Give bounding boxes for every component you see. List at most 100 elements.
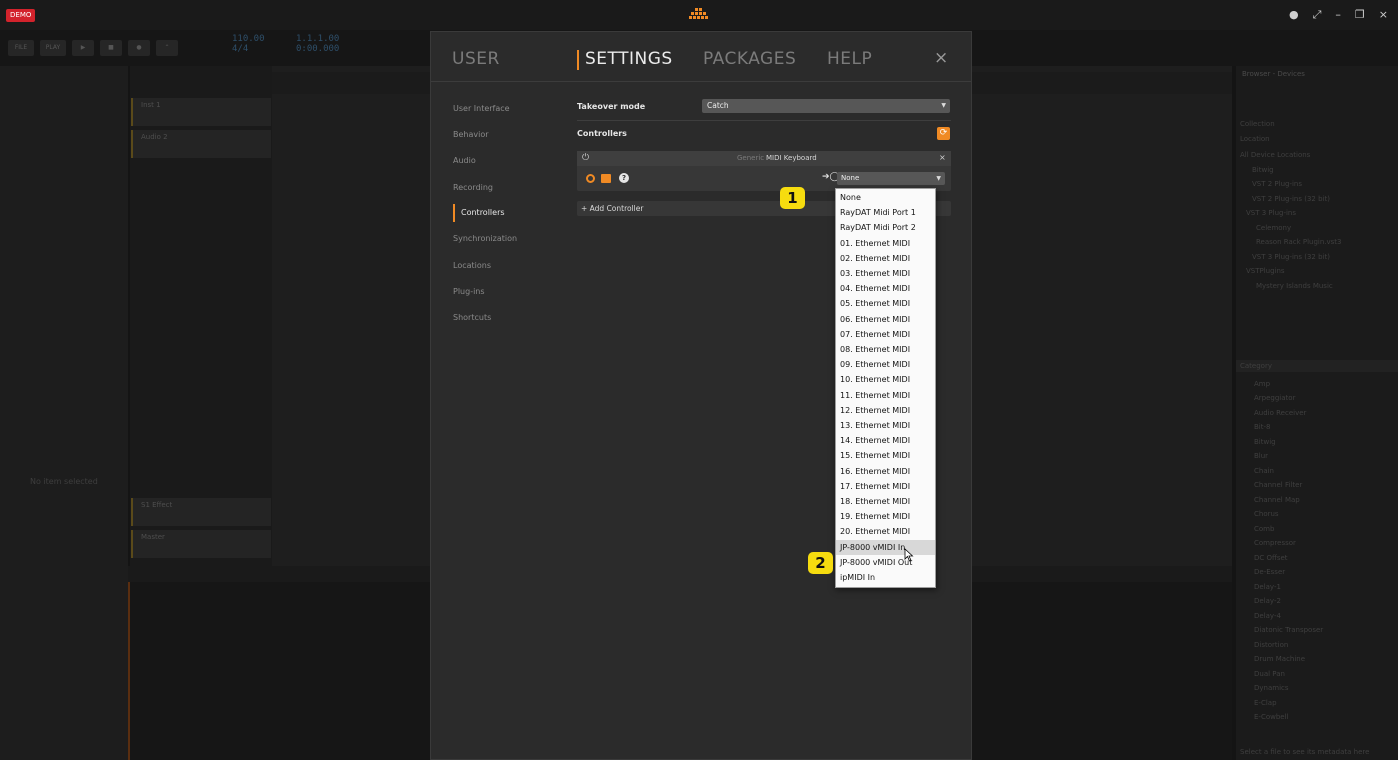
browser-location[interactable]: VST 2 Plug-ins (32 bit) [1252,195,1330,203]
dropdown-option[interactable]: 03. Ethernet MIDI [836,266,935,281]
track-row[interactable]: Master [131,530,271,558]
maximize-icon[interactable]: ❐ [1355,8,1365,22]
dropdown-option[interactable]: 18. Ethernet MIDI [836,494,935,509]
category-item[interactable]: Delay-4 [1254,612,1281,620]
browser-location[interactable]: Mystery Islands Music [1256,282,1333,290]
nav-item-locations[interactable]: Locations [453,257,563,275]
track-row[interactable]: Inst 1 [131,98,271,126]
tab-help[interactable]: HELP [827,49,872,69]
category-item[interactable]: Delay-2 [1254,597,1281,605]
nav-item-shortcuts[interactable]: Shortcuts [453,309,563,327]
help-icon[interactable]: ? [619,173,629,183]
dropdown-option[interactable]: 17. Ethernet MIDI [836,479,935,494]
category-item[interactable]: E-Clap [1254,699,1277,707]
comment-icon[interactable] [601,174,611,183]
dropdown-option[interactable]: 11. Ethernet MIDI [836,388,935,403]
dropdown-option-hovered[interactable]: JP-8000 vMIDI In [836,540,935,555]
category-item[interactable]: Diatonic Transposer [1254,626,1323,634]
browser-section[interactable]: Collection [1240,120,1275,128]
dropdown-option[interactable]: RayDAT Midi Port 2 [836,220,935,235]
dropdown-option[interactable]: 20. Ethernet MIDI [836,524,935,539]
dropdown-option[interactable]: 01. Ethernet MIDI [836,236,935,251]
category-item[interactable]: Compressor [1254,539,1296,547]
category-item[interactable]: Amp [1254,380,1270,388]
category-item[interactable]: De-Esser [1254,568,1285,576]
category-item[interactable]: Distortion [1254,641,1288,649]
close-icon[interactable]: × [934,48,948,68]
position-readout[interactable]: 1.1.1.00 0:00.000 [296,34,339,54]
close-window-icon[interactable]: × [1379,8,1388,22]
refresh-controllers-icon[interactable]: ⟳ [937,127,950,140]
dropdown-option[interactable]: 14. Ethernet MIDI [836,433,935,448]
category-item[interactable]: Chain [1254,467,1274,475]
dropdown-option[interactable]: 12. Ethernet MIDI [836,403,935,418]
dropdown-option[interactable]: 04. Ethernet MIDI [836,281,935,296]
gear-icon[interactable] [586,174,595,183]
category-item[interactable]: Bit-8 [1254,423,1270,431]
browser-location[interactable]: Bitwig [1252,166,1274,174]
track-row[interactable]: Audio 2 [131,130,271,158]
category-item[interactable]: Drum Machine [1254,655,1305,663]
dropdown-option[interactable]: JP-8000 vMIDI Out [836,555,935,570]
nav-item-behavior[interactable]: Behavior [453,126,563,144]
automation-button[interactable]: ⌃ [156,40,178,56]
nav-item-controllers[interactable]: Controllers [453,204,563,222]
dropdown-option[interactable]: RayDAT Midi Port 1 [836,205,935,220]
dropdown-option[interactable]: 02. Ethernet MIDI [836,251,935,266]
dropdown-option[interactable]: 10. Ethernet MIDI [836,372,935,387]
fullscreen-icon[interactable]: ⤢ [1313,8,1322,22]
remove-controller-icon[interactable]: × [939,153,946,162]
power-icon[interactable]: ⏻ [582,153,589,163]
category-item[interactable]: Delay-1 [1254,583,1281,591]
category-item[interactable]: E-Cowbell [1254,713,1288,721]
dropdown-option[interactable]: 08. Ethernet MIDI [836,342,935,357]
dropdown-option[interactable]: 09. Ethernet MIDI [836,357,935,372]
file-button[interactable]: FILE [8,40,34,56]
category-item[interactable]: Blur [1254,452,1268,460]
browser-location[interactable]: VST 3 Plug-ins [1246,209,1296,217]
minimize-icon[interactable]: – [1335,8,1341,22]
nav-item-audio[interactable]: Audio [453,152,563,170]
midi-input-select[interactable]: None ▼ [837,172,945,185]
browser-location[interactable]: Celemony [1256,224,1291,232]
category-item[interactable]: Dual Pan [1254,670,1285,678]
browser-section[interactable]: Location [1240,135,1270,143]
dropdown-option[interactable]: ipMIDI In [836,570,935,585]
tab-settings[interactable]: SETTINGS [577,49,673,70]
nav-item-user-interface[interactable]: User Interface [453,100,563,118]
browser-location[interactable]: Reason Rack Plugin.vst3 [1256,238,1342,246]
nav-item-plug-ins[interactable]: Plug-ins [453,283,563,301]
dropdown-option[interactable]: 05. Ethernet MIDI [836,296,935,311]
category-item[interactable]: Bitwig [1254,438,1276,446]
record-button[interactable]: ● [128,40,150,56]
dropdown-option[interactable]: 06. Ethernet MIDI [836,312,935,327]
tempo-readout[interactable]: 110.00 4/4 [232,34,265,54]
category-item[interactable]: Channel Filter [1254,481,1302,489]
tab-packages[interactable]: PACKAGES [703,49,796,69]
record-status-icon[interactable]: ● [1289,8,1299,22]
takeover-mode-select[interactable]: Catch ▼ [702,99,950,113]
dropdown-option[interactable]: 19. Ethernet MIDI [836,509,935,524]
dropdown-option[interactable]: 13. Ethernet MIDI [836,418,935,433]
category-item[interactable]: Audio Receiver [1254,409,1306,417]
browser-location[interactable]: VST 2 Plug-ins [1252,180,1302,188]
tab-user[interactable]: USER [452,49,500,69]
dropdown-option[interactable]: None [836,190,935,205]
track-row[interactable]: S1 Effect [131,498,271,526]
category-item[interactable]: Arpeggiator [1254,394,1295,402]
category-item[interactable]: DC Offset [1254,554,1288,562]
nav-item-recording[interactable]: Recording [453,179,563,197]
browser-location[interactable]: All Device Locations [1240,151,1310,159]
browser-location[interactable]: VST 3 Plug-ins (32 bit) [1252,253,1330,261]
dropdown-option[interactable]: 07. Ethernet MIDI [836,327,935,342]
category-item[interactable]: Comb [1254,525,1274,533]
play-mode-button[interactable]: PLAY [40,40,66,56]
category-item[interactable]: Dynamics [1254,684,1289,692]
stop-button[interactable]: ■ [100,40,122,56]
category-item[interactable]: Chorus [1254,510,1279,518]
nav-item-synchronization[interactable]: Synchronization [453,230,563,248]
play-button[interactable]: ▶ [72,40,94,56]
dropdown-option[interactable]: 16. Ethernet MIDI [836,464,935,479]
category-item[interactable]: Channel Map [1254,496,1300,504]
browser-location[interactable]: VSTPlugins [1246,267,1285,275]
